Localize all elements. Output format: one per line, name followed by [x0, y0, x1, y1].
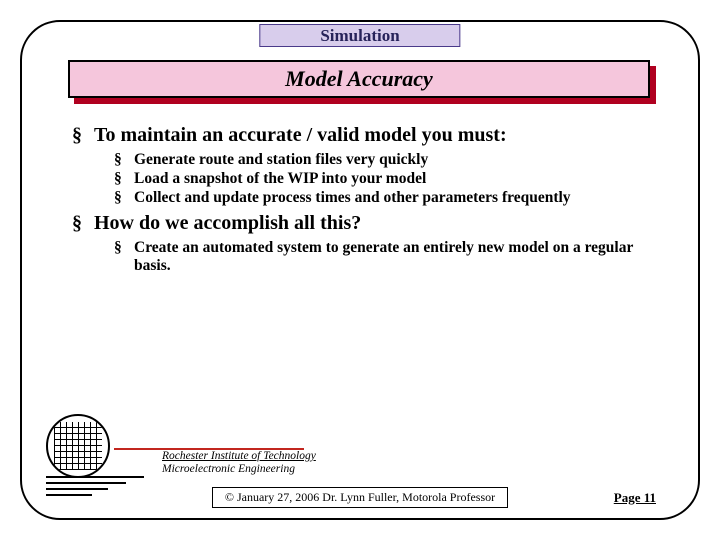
- bullet-text: How do we accomplish all this?: [94, 212, 361, 235]
- copyright-box: © January 27, 2006 Dr. Lynn Fuller, Moto…: [212, 487, 508, 508]
- slide-frame: Simulation Model Accuracy § To maintain …: [20, 20, 700, 520]
- bullet-glyph: §: [72, 212, 94, 235]
- bullet-glyph: §: [114, 151, 134, 169]
- bullet-glyph: §: [114, 170, 134, 188]
- slide-title: Model Accuracy: [285, 66, 433, 92]
- logo: [46, 426, 144, 490]
- bullet-text: To maintain an accurate / valid model yo…: [94, 124, 507, 147]
- content-area: § To maintain an accurate / valid model …: [72, 118, 648, 276]
- header-label-text: Simulation: [320, 26, 399, 45]
- bullet-text: Create an automated system to generate a…: [134, 239, 648, 275]
- bullet-glyph: §: [114, 189, 134, 207]
- title-band: Model Accuracy: [68, 60, 650, 98]
- bullet-lvl2: § Generate route and station files very …: [114, 151, 648, 169]
- logo-circle-icon: [46, 414, 110, 478]
- bullet-glyph: §: [72, 124, 94, 147]
- copyright-text: © January 27, 2006 Dr. Lynn Fuller, Moto…: [225, 490, 495, 504]
- bullet-text: Generate route and station files very qu…: [134, 151, 428, 169]
- bullet-lvl1: § To maintain an accurate / valid model …: [72, 124, 648, 147]
- logo-grid-icon: [54, 422, 102, 470]
- affiliation-line1: Rochester Institute of Technology: [162, 450, 316, 463]
- bullet-lvl2: § Create an automated system to generate…: [114, 239, 648, 275]
- bullet-lvl1: § How do we accomplish all this?: [72, 212, 648, 235]
- bullet-lvl2: § Collect and update process times and o…: [114, 189, 648, 207]
- header-label: Simulation: [259, 24, 460, 47]
- bullet-lvl2: § Load a snapshot of the WIP into your m…: [114, 170, 648, 188]
- page-number: Page 11: [614, 490, 656, 506]
- bullet-text: Load a snapshot of the WIP into your mod…: [134, 170, 426, 188]
- footer: © January 27, 2006 Dr. Lynn Fuller, Moto…: [22, 487, 698, 508]
- affiliation: Rochester Institute of Technology Microe…: [162, 450, 316, 476]
- bullet-glyph: §: [114, 239, 134, 275]
- bullet-text: Collect and update process times and oth…: [134, 189, 571, 207]
- affiliation-line2: Microelectronic Engineering: [162, 463, 316, 476]
